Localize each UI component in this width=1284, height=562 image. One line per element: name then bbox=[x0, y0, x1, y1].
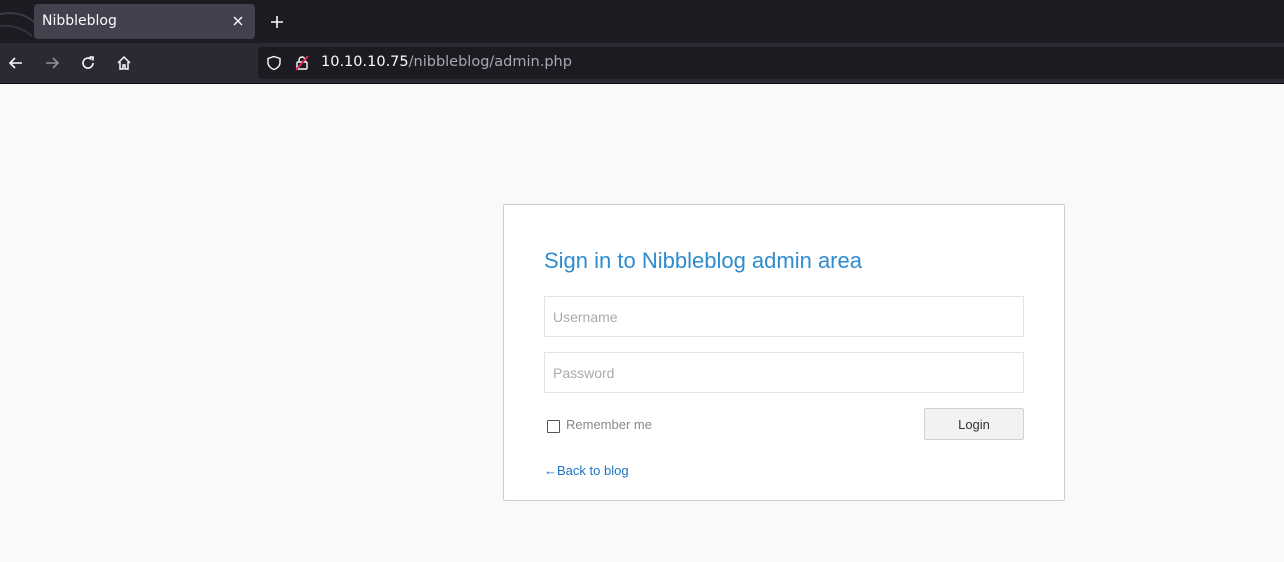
arrow-left-icon[interactable] bbox=[6, 53, 26, 73]
login-title: Sign in to Nibbleblog admin area bbox=[544, 248, 862, 273]
close-icon[interactable] bbox=[229, 12, 247, 30]
insecure-lock-icon[interactable] bbox=[294, 55, 310, 71]
password-input[interactable] bbox=[544, 352, 1024, 393]
browser-tab-bar: Nibbleblog bbox=[0, 0, 1284, 43]
back-to-blog-link[interactable]: ←Back to blog bbox=[544, 463, 629, 478]
arrow-right-icon[interactable] bbox=[42, 53, 62, 73]
browser-tab[interactable]: Nibbleblog bbox=[34, 4, 255, 39]
reload-icon[interactable] bbox=[78, 53, 98, 73]
url-host: 10.10.10.75 bbox=[321, 54, 409, 70]
home-icon[interactable] bbox=[114, 53, 134, 73]
url-text[interactable]: 10.10.10.75/nibbleblog/admin.php bbox=[321, 54, 572, 70]
url-path: /nibbleblog/admin.php bbox=[408, 54, 572, 70]
remember-me-checkbox[interactable] bbox=[547, 420, 560, 433]
page-content: Sign in to Nibbleblog admin area Remembe… bbox=[0, 85, 1284, 562]
browser-nav-bar: 10.10.10.75/nibbleblog/admin.php bbox=[0, 43, 1284, 84]
tab-bar-decoration bbox=[0, 12, 34, 37]
username-input[interactable] bbox=[544, 296, 1024, 337]
login-box: Sign in to Nibbleblog admin area Remembe… bbox=[503, 204, 1065, 501]
remember-me[interactable]: Remember me bbox=[547, 416, 652, 433]
remember-me-label: Remember me bbox=[566, 417, 652, 432]
shield-icon[interactable] bbox=[266, 55, 282, 71]
login-button[interactable]: Login bbox=[924, 408, 1024, 440]
tab-title: Nibbleblog bbox=[42, 13, 117, 29]
plus-icon[interactable] bbox=[267, 12, 287, 32]
url-bar[interactable]: 10.10.10.75/nibbleblog/admin.php bbox=[258, 47, 1284, 79]
